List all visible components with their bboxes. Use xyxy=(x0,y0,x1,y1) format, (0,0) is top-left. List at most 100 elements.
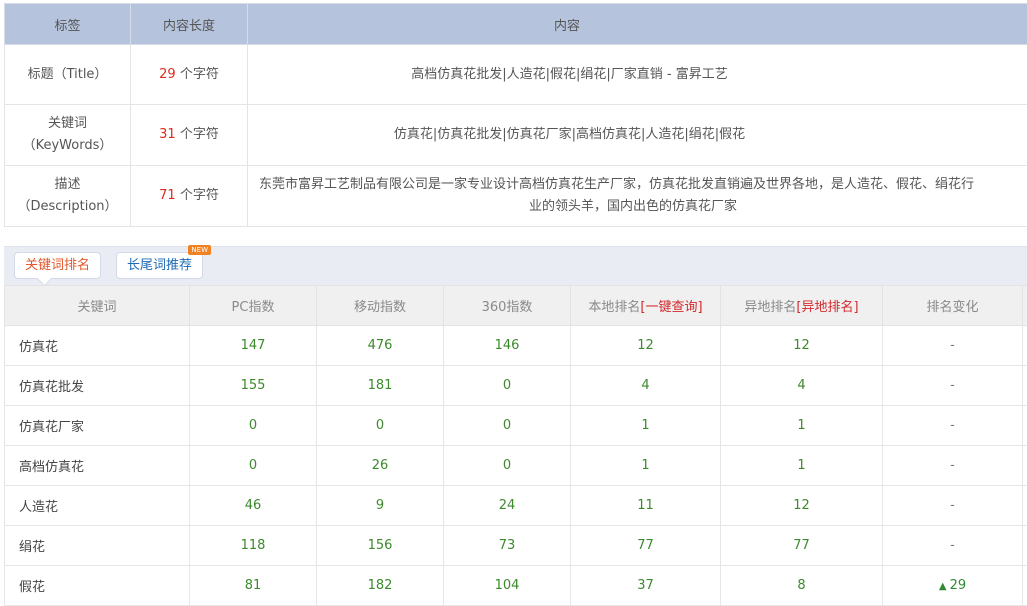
mobile-index-cell: 181 xyxy=(317,366,444,406)
pc-index-cell: 147 xyxy=(190,326,317,366)
meta-length: 71 个字符 xyxy=(131,166,248,227)
meta-length: 31 个字符 xyxy=(131,105,248,166)
col-header-mobile: 移动指数 xyxy=(317,286,444,326)
meta-content-line: 业的领头羊，国内出色的仿真花厂家 xyxy=(254,196,1027,218)
meta-label-line: （KeyWords） xyxy=(11,135,124,157)
mobile-index-cell: 182 xyxy=(317,566,444,606)
meta-header-row: 标签 内容长度 内容 xyxy=(5,4,1027,45)
remote-rank-link[interactable]: [异地排名] xyxy=(796,300,858,315)
meta-label: 描述 （Description） xyxy=(5,166,131,227)
extra-cell xyxy=(1023,326,1027,366)
rank-change-value: - xyxy=(950,378,955,393)
rank-change-cell: - xyxy=(883,366,1023,406)
rank-change-cell: ▲29 xyxy=(883,566,1023,606)
remote-rank-cell: 77 xyxy=(721,526,883,566)
arrow-up-icon: ▲ xyxy=(939,581,947,592)
mobile-index-cell: 156 xyxy=(317,526,444,566)
tab-label: 长尾词推荐 xyxy=(127,258,192,273)
index-360-cell: 0 xyxy=(444,406,571,446)
pc-index-cell: 0 xyxy=(190,446,317,486)
pc-index-cell: 118 xyxy=(190,526,317,566)
meta-content-line: 高档仿真花批发|人造花|假花|绢花|厂家直销 - 富昇工艺 xyxy=(254,64,885,86)
meta-label-line: 标题（Title） xyxy=(11,64,124,86)
col-header-pc: PC指数 xyxy=(190,286,317,326)
meta-table: 标签 内容长度 内容 标题（Title） 29 个字符 高档仿真花批发|人造花|… xyxy=(4,3,1027,227)
meta-content: 东莞市富昇工艺制品有限公司是一家专业设计高档仿真花生产厂家，仿真花批发直销遍及世… xyxy=(248,166,1027,227)
mobile-index-cell: 476 xyxy=(317,326,444,366)
keyword-cell: 高档仿真花 xyxy=(5,446,190,486)
rank-change-cell: - xyxy=(883,406,1023,446)
keyword-cell: 假花 xyxy=(5,566,190,606)
meta-row-title: 标题（Title） 29 个字符 高档仿真花批发|人造花|假花|绢花|厂家直销 … xyxy=(5,45,1027,105)
local-rank-cell: 1 xyxy=(571,406,721,446)
meta-content-line: 仿真花|仿真花批发|仿真花厂家|高档仿真花|人造花|绢花|假花 xyxy=(254,124,885,146)
rank-change-value: - xyxy=(950,338,955,353)
extra-cell xyxy=(1023,406,1027,446)
keyword-cell: 仿真花批发 xyxy=(5,366,190,406)
extra-cell xyxy=(1023,486,1027,526)
local-rank-cell: 4 xyxy=(571,366,721,406)
new-badge: NEW xyxy=(188,245,211,255)
tab-keyword-ranking[interactable]: 关键词排名 xyxy=(14,252,101,279)
local-rank-cell: 11 xyxy=(571,486,721,526)
meta-content-line: 东莞市富昇工艺制品有限公司是一家专业设计高档仿真花生产厂家，仿真花批发直销遍及世… xyxy=(254,174,1027,196)
table-row: 假花81182104378▲29 xyxy=(5,566,1027,606)
char-count: 29 xyxy=(159,67,176,82)
index-360-cell: 146 xyxy=(444,326,571,366)
rank-change-cell: - xyxy=(883,326,1023,366)
col-header-remote-rank: 异地排名[异地排名] xyxy=(721,286,883,326)
keyword-cell: 仿真花 xyxy=(5,326,190,366)
table-row: 仿真花厂家00011- xyxy=(5,406,1027,446)
local-rank-cell: 1 xyxy=(571,446,721,486)
col-header-local-rank: 本地排名[一键查询] xyxy=(571,286,721,326)
local-rank-cell: 12 xyxy=(571,326,721,366)
remote-rank-cell: 4 xyxy=(721,366,883,406)
keyword-cell: 仿真花厂家 xyxy=(5,406,190,446)
pc-index-cell: 81 xyxy=(190,566,317,606)
meta-label-line: 关键词 xyxy=(11,113,124,135)
remote-rank-cell: 12 xyxy=(721,326,883,366)
remote-rank-label: 异地排名 xyxy=(744,300,796,315)
col-header-change: 排名变化 xyxy=(883,286,1023,326)
extra-cell xyxy=(1023,566,1027,606)
local-rank-cell: 77 xyxy=(571,526,721,566)
meta-row-keywords: 关键词 （KeyWords） 31 个字符 仿真花|仿真花批发|仿真花厂家|高档… xyxy=(5,105,1027,166)
local-rank-cell: 37 xyxy=(571,566,721,606)
mobile-index-cell: 0 xyxy=(317,406,444,446)
pc-index-cell: 46 xyxy=(190,486,317,526)
meta-label-line: （Description） xyxy=(11,196,124,218)
rank-header-row: 关键词 PC指数 移动指数 360指数 本地排名[一键查询] 异地排名[异地排名… xyxy=(5,286,1027,326)
col-header-360: 360指数 xyxy=(444,286,571,326)
rank-change-cell: - xyxy=(883,526,1023,566)
col-header-keyword: 关键词 xyxy=(5,286,190,326)
meta-content: 仿真花|仿真花批发|仿真花厂家|高档仿真花|人造花|绢花|假花 xyxy=(248,105,1027,166)
rank-change-value: - xyxy=(950,458,955,473)
meta-row-description: 描述 （Description） 71 个字符 东莞市富昇工艺制品有限公司是一家… xyxy=(5,166,1027,227)
one-click-query-link[interactable]: [一键查询] xyxy=(640,300,702,315)
table-row: 高档仿真花026011- xyxy=(5,446,1027,486)
keyword-rank-table: 关键词 PC指数 移动指数 360指数 本地排名[一键查询] 异地排名[异地排名… xyxy=(4,285,1027,606)
seo-report: 标签 内容长度 内容 标题（Title） 29 个字符 高档仿真花批发|人造花|… xyxy=(0,0,1027,591)
rank-change-cell: - xyxy=(883,446,1023,486)
meta-content: 高档仿真花批发|人造花|假花|绢花|厂家直销 - 富昇工艺 xyxy=(248,45,1027,105)
index-360-cell: 104 xyxy=(444,566,571,606)
col-header-extra xyxy=(1023,286,1027,326)
mobile-index-cell: 9 xyxy=(317,486,444,526)
remote-rank-cell: 12 xyxy=(721,486,883,526)
char-count: 71 xyxy=(159,188,176,203)
table-row: 人造花469241112- xyxy=(5,486,1027,526)
meta-header-label: 标签 xyxy=(5,4,131,45)
rank-change-value: - xyxy=(950,418,955,433)
pc-index-cell: 0 xyxy=(190,406,317,446)
char-unit: 个字符 xyxy=(180,188,219,203)
table-row: 绢花118156737777- xyxy=(5,526,1027,566)
remote-rank-cell: 1 xyxy=(721,406,883,446)
meta-label: 关键词 （KeyWords） xyxy=(5,105,131,166)
rank-body: 仿真花1474761461212-仿真花批发155181044-仿真花厂家000… xyxy=(5,326,1027,606)
mobile-index-cell: 26 xyxy=(317,446,444,486)
index-360-cell: 0 xyxy=(444,446,571,486)
extra-cell xyxy=(1023,366,1027,406)
tab-long-tail-keywords[interactable]: 长尾词推荐 NEW xyxy=(116,252,203,279)
meta-label-line: 描述 xyxy=(11,174,124,196)
index-360-cell: 24 xyxy=(444,486,571,526)
